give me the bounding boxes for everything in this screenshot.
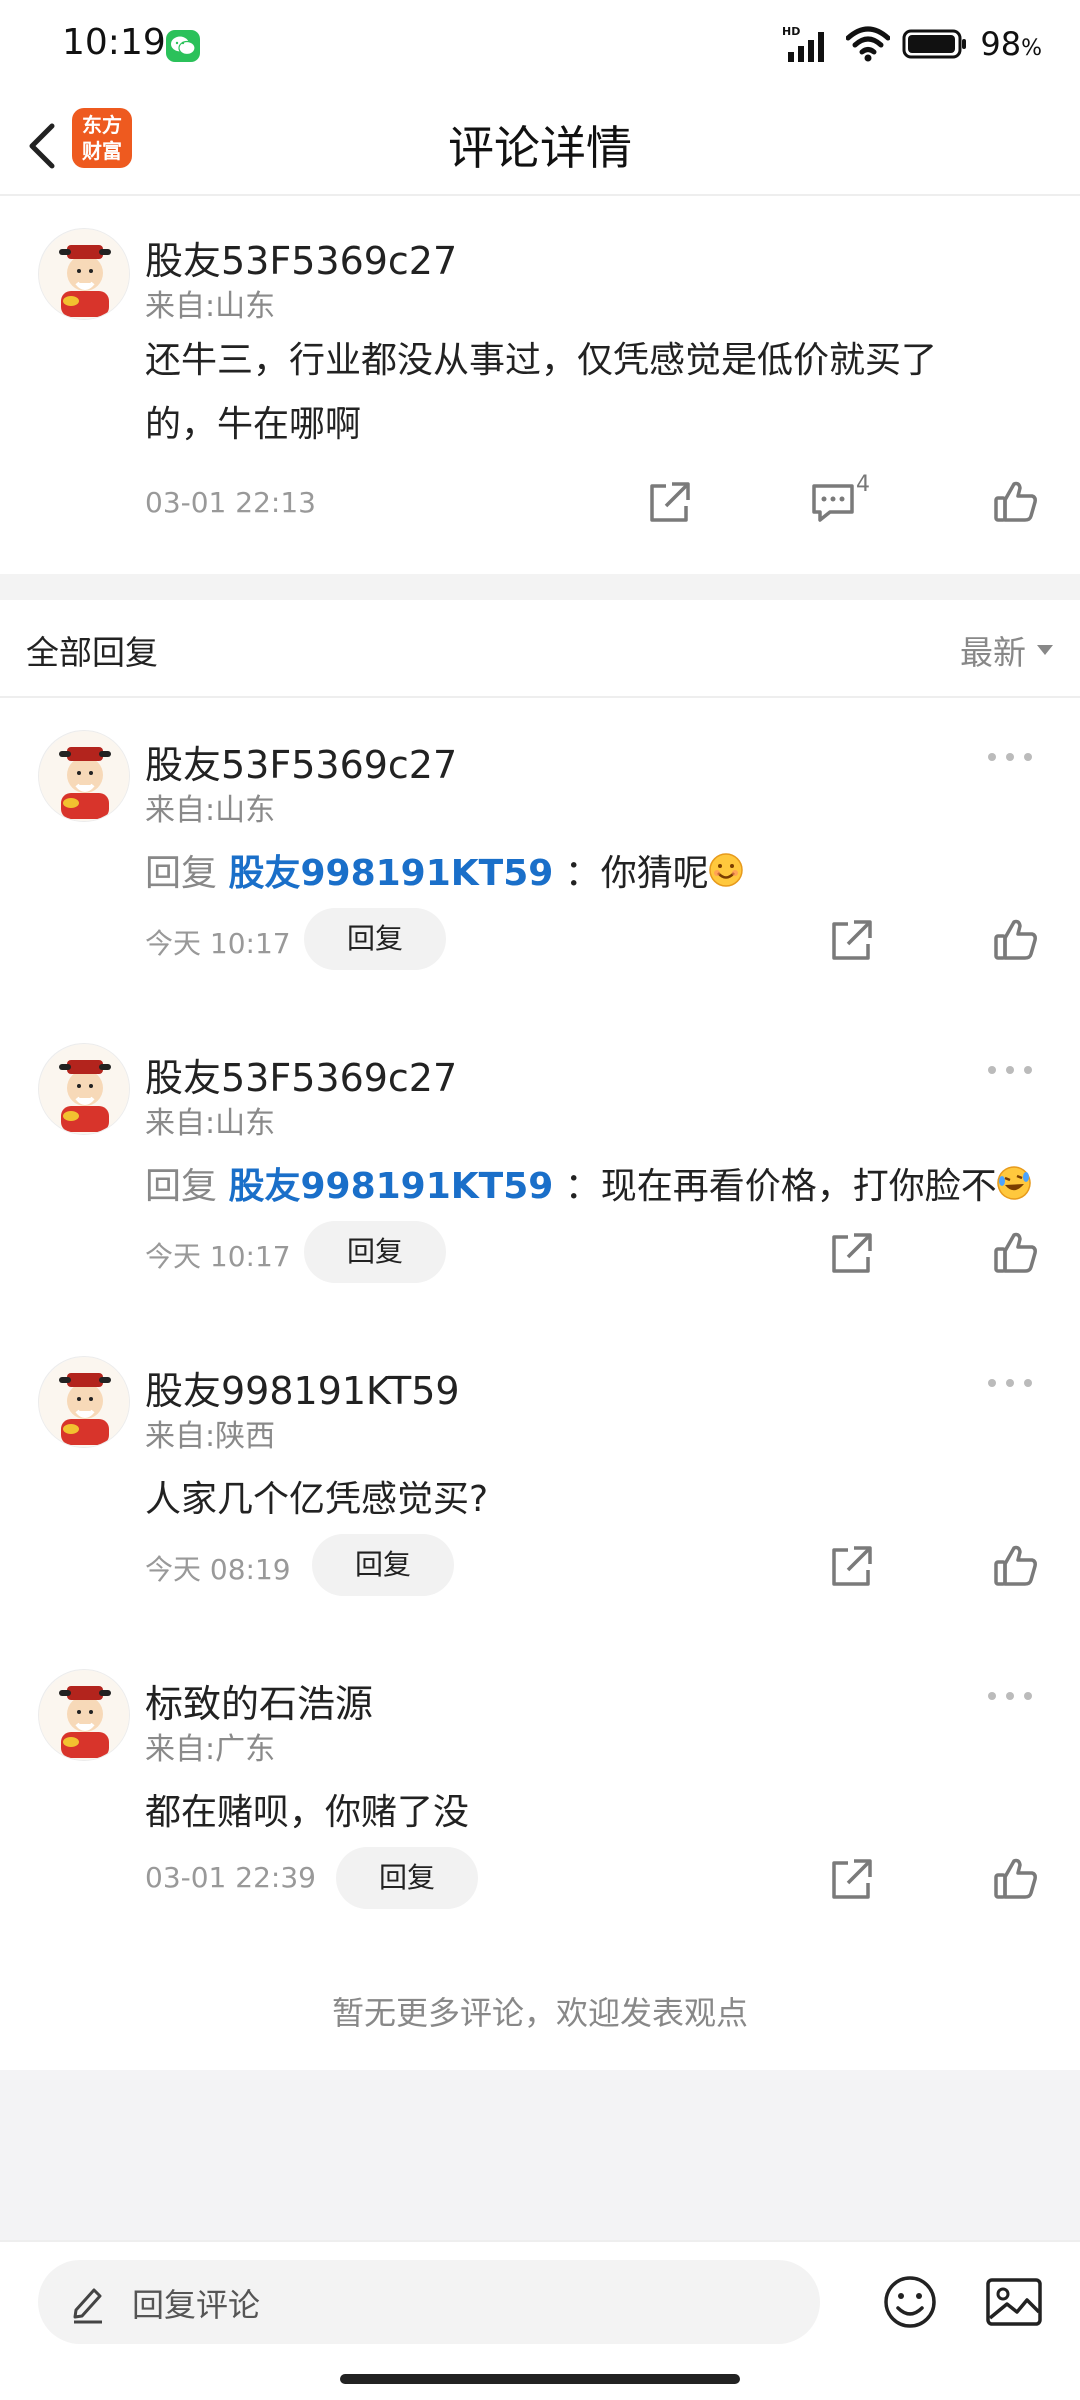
reply-location: 来自:广东 xyxy=(145,1732,276,1767)
avatar[interactable] xyxy=(38,1356,130,1448)
reply-prefix: 回复 xyxy=(145,853,218,894)
battery-percent: 98% xyxy=(980,25,1042,63)
replies-header: 全部回复 最新 xyxy=(0,600,1080,698)
smile-emoji-icon xyxy=(709,853,743,887)
like-icon[interactable] xyxy=(988,912,1044,968)
caishen-avatar-icon xyxy=(39,1670,129,1760)
reply-body: ：现在再看价格，打你脸不 xyxy=(564,1166,997,1207)
comment-location: 来自:山东 xyxy=(145,289,276,324)
avatar[interactable] xyxy=(38,228,130,320)
reply-time: 今天 10:17 xyxy=(145,1240,291,1273)
reply-location: 来自:山东 xyxy=(145,1106,276,1141)
reply-item: 股友998191KT59 来自:陕西 人家几个亿凭感觉买? 今天 08:19 回… xyxy=(0,1324,1080,1637)
share-icon[interactable] xyxy=(824,1538,880,1594)
reply-text: 都在赌呗，你赌了没 xyxy=(145,1792,470,1833)
reply-button[interactable]: 回复 xyxy=(336,1847,478,1909)
status-time: 10:19 xyxy=(62,22,166,63)
like-icon[interactable] xyxy=(988,474,1044,530)
reply-button[interactable]: 回复 xyxy=(304,1221,446,1283)
reply-location: 来自:陕西 xyxy=(145,1419,276,1454)
reply-username[interactable]: 股友53F5369c27 xyxy=(145,1047,457,1102)
reply-text: 人家几个亿凭感觉买? xyxy=(145,1479,489,1520)
no-more-comments-note: 暂无更多评论，欢迎发表观点 xyxy=(331,1994,748,2032)
reply-username[interactable]: 股友998191KT59 xyxy=(145,1360,460,1415)
reply-item: 股友53F5369c27 来自:山东 回复 股友998191KT59 ：你猜呢 … xyxy=(0,698,1080,1011)
reply-time: 03-01 22:39 xyxy=(145,1861,316,1894)
pencil-icon xyxy=(73,2288,102,2324)
comment-detail-page: 10:19 HD 98% 东方 财富 评论详情 股友53F5369c27 来自:… xyxy=(0,0,1080,2400)
battery-icon xyxy=(902,29,967,59)
comment-time: 03-01 22:13 xyxy=(145,486,316,519)
section-divider xyxy=(0,574,1080,600)
reply-text: 回复 股友998191KT59 ：现在再看价格，打你脸不 xyxy=(145,1157,1031,1209)
share-icon[interactable] xyxy=(824,1225,880,1281)
comment-count: 4 xyxy=(856,472,870,497)
reply-target-link[interactable]: 股友998191KT59 xyxy=(228,853,553,894)
reply-item: 标致的石浩源 来自:广东 都在赌呗，你赌了没 03-01 22:39 回复 xyxy=(0,1637,1080,1950)
more-options-icon[interactable] xyxy=(980,1055,1040,1085)
like-icon[interactable] xyxy=(988,1225,1044,1281)
reply-location: 来自:山东 xyxy=(145,793,276,828)
main-comment: 股友53F5369c27 来自:山东 还牛三，行业都没从事过，仅凭感觉是低价就买… xyxy=(0,196,1080,574)
comment-text: 还牛三，行业都没从事过，仅凭感觉是低价就买了 的，牛在哪啊 xyxy=(145,329,937,457)
caishen-avatar-icon xyxy=(39,1357,129,1447)
reply-item: 股友53F5369c27 来自:山东 回复 股友998191KT59 ：现在再看… xyxy=(0,1011,1080,1324)
reply-text: 回复 股友998191KT59 ：你猜呢 xyxy=(145,844,743,896)
reply-comment-input[interactable]: 回复评论 xyxy=(38,2260,820,2344)
laugh-cry-emoji-icon xyxy=(997,1166,1031,1200)
comment-text-line-1: 还牛三，行业都没从事过，仅凭感觉是低价就买了 xyxy=(145,340,938,381)
home-indicator[interactable] xyxy=(340,2374,740,2384)
comment-username[interactable]: 股友53F5369c27 xyxy=(145,230,457,285)
share-icon[interactable] xyxy=(824,1851,880,1907)
nav-bar: 东方 财富 评论详情 xyxy=(0,92,1080,196)
caishen-avatar-icon xyxy=(39,229,129,319)
reply-body: ：你猜呢 xyxy=(564,853,709,894)
wechat-notification-icon xyxy=(166,30,200,62)
emoji-icon[interactable] xyxy=(880,2272,940,2332)
replies-header-title: 全部回复 xyxy=(26,633,158,672)
image-icon[interactable] xyxy=(983,2272,1045,2332)
like-icon[interactable] xyxy=(988,1851,1044,1907)
avatar[interactable] xyxy=(38,1669,130,1761)
reply-target-link[interactable]: 股友998191KT59 xyxy=(228,1166,553,1207)
reply-prefix: 回复 xyxy=(145,1166,218,1207)
comment-icon[interactable] xyxy=(806,474,862,530)
caishen-avatar-icon xyxy=(39,731,129,821)
bottom-reply-bar: 回复评论 xyxy=(0,2240,1080,2400)
reply-username[interactable]: 标致的石浩源 xyxy=(145,1673,373,1728)
like-icon[interactable] xyxy=(988,1538,1044,1594)
reply-username[interactable]: 股友53F5369c27 xyxy=(145,734,457,789)
caret-down-icon xyxy=(1037,645,1053,655)
page-title: 评论详情 xyxy=(448,121,632,175)
reply-time: 今天 10:17 xyxy=(145,927,291,960)
sort-dropdown[interactable]: 最新 xyxy=(960,626,1054,674)
avatar[interactable] xyxy=(38,730,130,822)
share-icon[interactable] xyxy=(824,912,880,968)
more-options-icon[interactable] xyxy=(980,1681,1040,1711)
more-options-icon[interactable] xyxy=(980,1368,1040,1398)
share-icon[interactable] xyxy=(642,474,698,530)
reply-button[interactable]: 回复 xyxy=(312,1534,454,1596)
svg-text:HD: HD xyxy=(782,25,800,38)
comment-text-line-2: 的，牛在哪啊 xyxy=(145,404,362,445)
sort-label: 最新 xyxy=(960,633,1026,672)
hd-signal-icon: HD xyxy=(782,25,825,62)
avatar[interactable] xyxy=(38,1043,130,1135)
more-options-icon[interactable] xyxy=(980,742,1040,772)
caishen-avatar-icon xyxy=(39,1044,129,1134)
reply-button[interactable]: 回复 xyxy=(304,908,446,970)
status-bar: 10:19 HD 98% xyxy=(0,0,1080,92)
empty-area xyxy=(0,2070,1080,2240)
reply-input-placeholder: 回复评论 xyxy=(132,2286,261,2324)
reply-time: 今天 08:19 xyxy=(145,1553,291,1586)
wifi-icon xyxy=(846,26,891,62)
status-right-icons: HD 98% xyxy=(782,22,1042,66)
